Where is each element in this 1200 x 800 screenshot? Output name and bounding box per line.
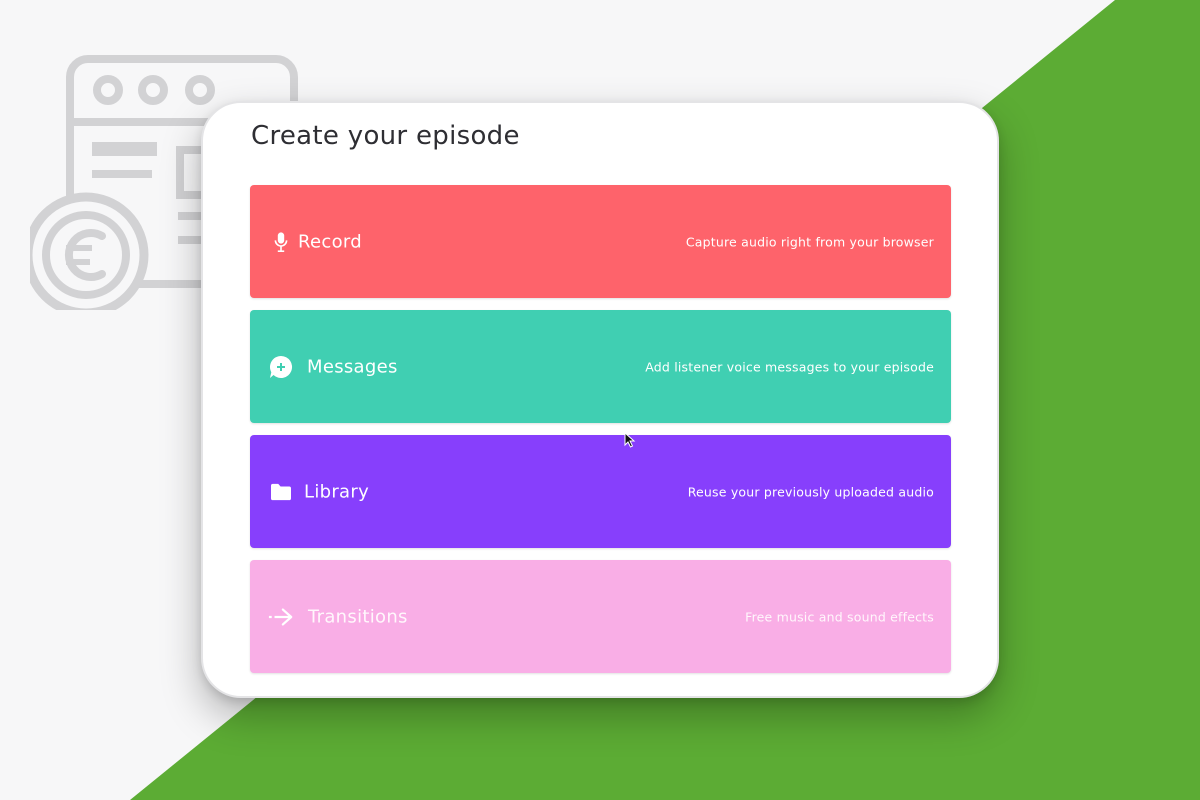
transitions-option-button[interactable]: Transitions Free music and sound effects <box>250 560 951 673</box>
library-option-description: Reuse your previously uploaded audio <box>687 484 934 499</box>
messages-option-label: Messages <box>307 356 398 377</box>
arrow-right-icon <box>268 604 294 630</box>
library-option-label: Library <box>304 481 370 502</box>
record-option-label: Record <box>298 231 362 252</box>
mouse-cursor-icon <box>624 432 636 448</box>
record-option-button[interactable]: Record Capture audio right from your bro… <box>250 185 951 298</box>
add-message-icon <box>268 354 294 380</box>
folder-icon <box>268 479 294 505</box>
create-episode-panel: Create your episode Record Capture audio… <box>201 101 999 698</box>
microphone-icon <box>268 229 294 255</box>
library-option-button[interactable]: Library Reuse your previously uploaded a… <box>250 435 951 548</box>
messages-option-button[interactable]: Messages Add listener voice messages to … <box>250 310 951 423</box>
record-option-description: Capture audio right from your browser <box>685 234 934 249</box>
panel-title: Create your episode <box>251 121 520 151</box>
messages-option-description: Add listener voice messages to your epis… <box>645 359 934 374</box>
transitions-option-description: Free music and sound effects <box>745 609 934 624</box>
transitions-option-label: Transitions <box>308 606 408 627</box>
